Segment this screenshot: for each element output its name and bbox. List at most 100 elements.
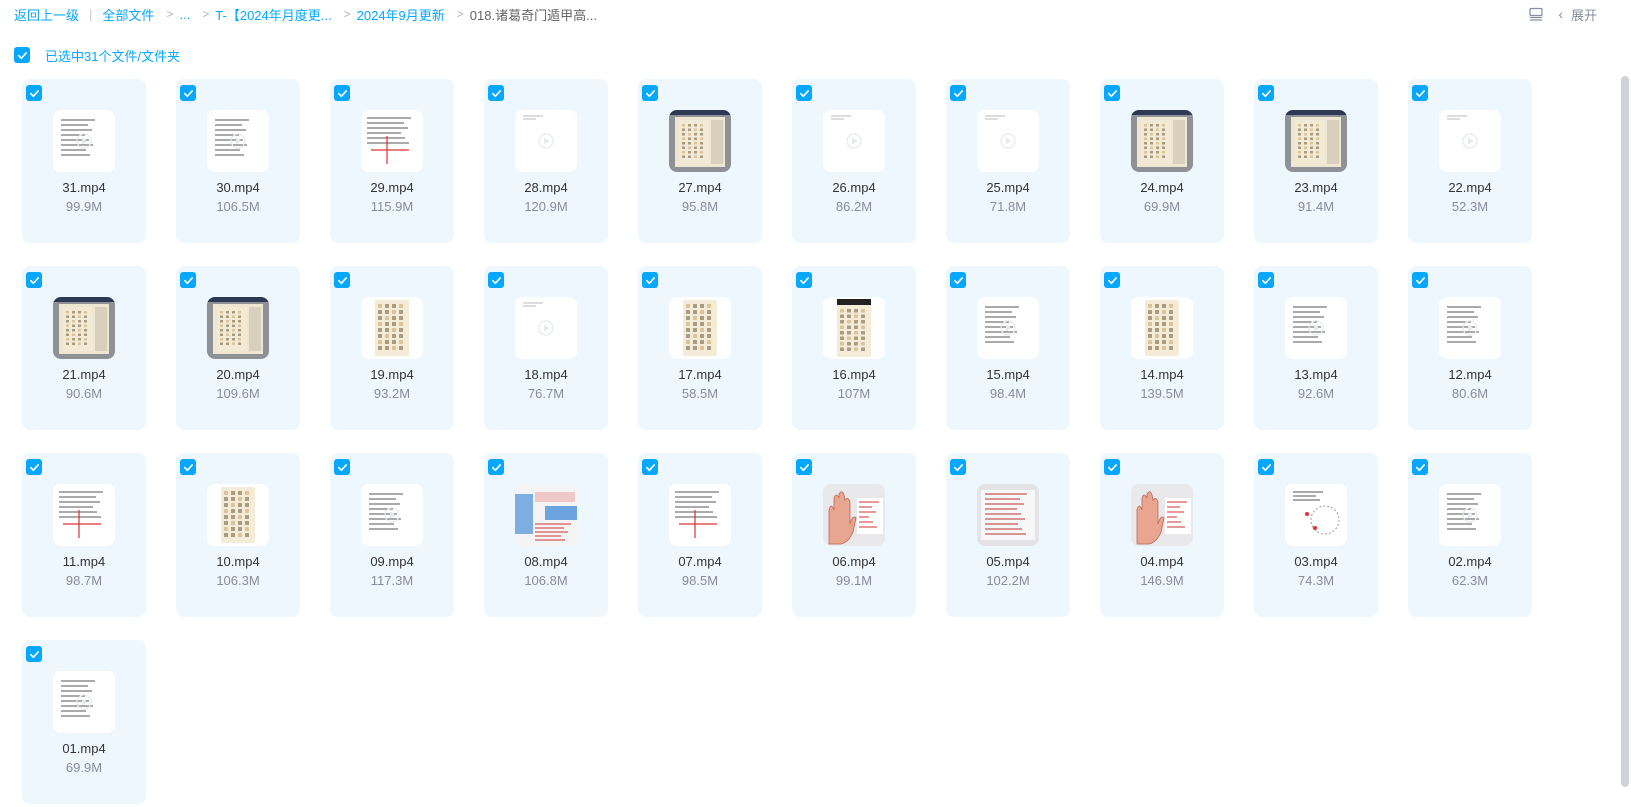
file-card[interactable]: 02.mp4 62.3M (1408, 453, 1532, 617)
file-card[interactable]: 25.mp4 71.8M (946, 79, 1070, 243)
file-checkbox[interactable] (1258, 272, 1274, 288)
file-checkbox[interactable] (950, 459, 966, 475)
file-checkbox[interactable] (642, 272, 658, 288)
file-card[interactable]: 28.mp4 120.9M (484, 79, 608, 243)
video-thumbnail[interactable] (361, 484, 423, 546)
file-card[interactable]: 16.mp4 107M (792, 266, 916, 430)
video-thumbnail[interactable] (1285, 110, 1347, 172)
file-checkbox[interactable] (1258, 85, 1274, 101)
file-checkbox[interactable] (488, 459, 504, 475)
video-thumbnail[interactable] (207, 484, 269, 546)
file-card[interactable]: 21.mp4 90.6M (22, 266, 146, 430)
video-thumbnail[interactable] (1439, 110, 1501, 172)
file-checkbox[interactable] (488, 272, 504, 288)
file-checkbox[interactable] (26, 85, 42, 101)
file-checkbox[interactable] (334, 272, 350, 288)
file-card[interactable]: 07.mp4 98.5M (638, 453, 762, 617)
file-card[interactable]: 24.mp4 69.9M (1100, 79, 1224, 243)
select-all-checkbox[interactable] (14, 47, 30, 63)
file-checkbox[interactable] (796, 459, 812, 475)
file-card[interactable]: 05.mp4 102.2M (946, 453, 1070, 617)
file-checkbox[interactable] (642, 85, 658, 101)
file-checkbox[interactable] (642, 459, 658, 475)
file-checkbox[interactable] (180, 85, 196, 101)
video-thumbnail[interactable] (1439, 484, 1501, 546)
file-card[interactable]: 12.mp4 80.6M (1408, 266, 1532, 430)
video-thumbnail[interactable] (977, 297, 1039, 359)
video-thumbnail[interactable] (53, 297, 115, 359)
video-thumbnail[interactable] (669, 110, 731, 172)
video-thumbnail[interactable] (515, 484, 577, 546)
file-checkbox[interactable] (1412, 272, 1428, 288)
file-checkbox[interactable] (26, 459, 42, 475)
file-card[interactable]: 06.mp4 99.1M (792, 453, 916, 617)
file-card[interactable]: 13.mp4 92.6M (1254, 266, 1378, 430)
file-card[interactable]: 20.mp4 109.6M (176, 266, 300, 430)
file-checkbox[interactable] (950, 272, 966, 288)
file-card[interactable]: 08.mp4 106.8M (484, 453, 608, 617)
file-card[interactable]: 31.mp4 99.9M (22, 79, 146, 243)
chevron-left-icon[interactable]: ‹ (1558, 6, 1563, 22)
file-card[interactable]: 15.mp4 98.4M (946, 266, 1070, 430)
video-thumbnail[interactable] (207, 110, 269, 172)
file-checkbox[interactable] (1412, 85, 1428, 101)
video-thumbnail[interactable] (53, 484, 115, 546)
video-thumbnail[interactable] (823, 297, 885, 359)
list-view-icon[interactable] (1528, 6, 1544, 22)
file-card[interactable]: 22.mp4 52.3M (1408, 79, 1532, 243)
file-checkbox[interactable] (1104, 272, 1120, 288)
video-thumbnail[interactable] (823, 110, 885, 172)
file-card[interactable]: 30.mp4 106.5M (176, 79, 300, 243)
video-thumbnail[interactable] (515, 110, 577, 172)
file-checkbox[interactable] (1104, 459, 1120, 475)
file-card[interactable]: 29.mp4 115.9M (330, 79, 454, 243)
video-thumbnail[interactable] (1439, 297, 1501, 359)
file-card[interactable]: 03.mp4 74.3M (1254, 453, 1378, 617)
video-thumbnail[interactable] (361, 110, 423, 172)
video-thumbnail[interactable] (1131, 484, 1193, 546)
file-checkbox[interactable] (796, 272, 812, 288)
file-card[interactable]: 14.mp4 139.5M (1100, 266, 1224, 430)
file-checkbox[interactable] (488, 85, 504, 101)
file-checkbox[interactable] (796, 85, 812, 101)
file-checkbox[interactable] (180, 272, 196, 288)
file-card[interactable]: 26.mp4 86.2M (792, 79, 916, 243)
file-checkbox[interactable] (1258, 459, 1274, 475)
video-thumbnail[interactable] (823, 484, 885, 546)
video-thumbnail[interactable] (977, 484, 1039, 546)
file-card[interactable]: 10.mp4 106.3M (176, 453, 300, 617)
file-card[interactable]: 17.mp4 58.5M (638, 266, 762, 430)
file-card[interactable]: 19.mp4 93.2M (330, 266, 454, 430)
file-card[interactable]: 04.mp4 146.9M (1100, 453, 1224, 617)
video-thumbnail[interactable] (1285, 484, 1347, 546)
file-checkbox[interactable] (180, 459, 196, 475)
scrollbar[interactable] (1621, 76, 1629, 787)
file-checkbox[interactable] (950, 85, 966, 101)
file-checkbox[interactable] (334, 85, 350, 101)
file-card[interactable]: 09.mp4 117.3M (330, 453, 454, 617)
video-thumbnail[interactable] (669, 297, 731, 359)
file-checkbox[interactable] (26, 646, 42, 662)
video-thumbnail[interactable] (53, 671, 115, 733)
file-checkbox[interactable] (334, 459, 350, 475)
file-card[interactable]: 01.mp4 69.9M (22, 640, 146, 804)
video-thumbnail[interactable] (207, 297, 269, 359)
file-card[interactable]: 23.mp4 91.4M (1254, 79, 1378, 243)
video-thumbnail[interactable] (1131, 110, 1193, 172)
breadcrumb-level2[interactable]: 2024年9月更新 (357, 5, 445, 24)
file-card[interactable]: 27.mp4 95.8M (638, 79, 762, 243)
video-thumbnail[interactable] (1131, 297, 1193, 359)
file-checkbox[interactable] (1412, 459, 1428, 475)
video-thumbnail[interactable] (1285, 297, 1347, 359)
file-checkbox[interactable] (26, 272, 42, 288)
breadcrumb-level1[interactable]: T-【2024年月度更... (215, 5, 331, 24)
video-thumbnail[interactable] (53, 110, 115, 172)
back-link[interactable]: 返回上一级 (14, 5, 79, 24)
video-thumbnail[interactable] (515, 297, 577, 359)
video-thumbnail[interactable] (977, 110, 1039, 172)
video-thumbnail[interactable] (669, 484, 731, 546)
file-card[interactable]: 11.mp4 98.7M (22, 453, 146, 617)
expand-button[interactable]: 展开 (1571, 5, 1597, 24)
breadcrumb-all-files[interactable]: 全部文件 (102, 5, 154, 24)
video-thumbnail[interactable] (361, 297, 423, 359)
